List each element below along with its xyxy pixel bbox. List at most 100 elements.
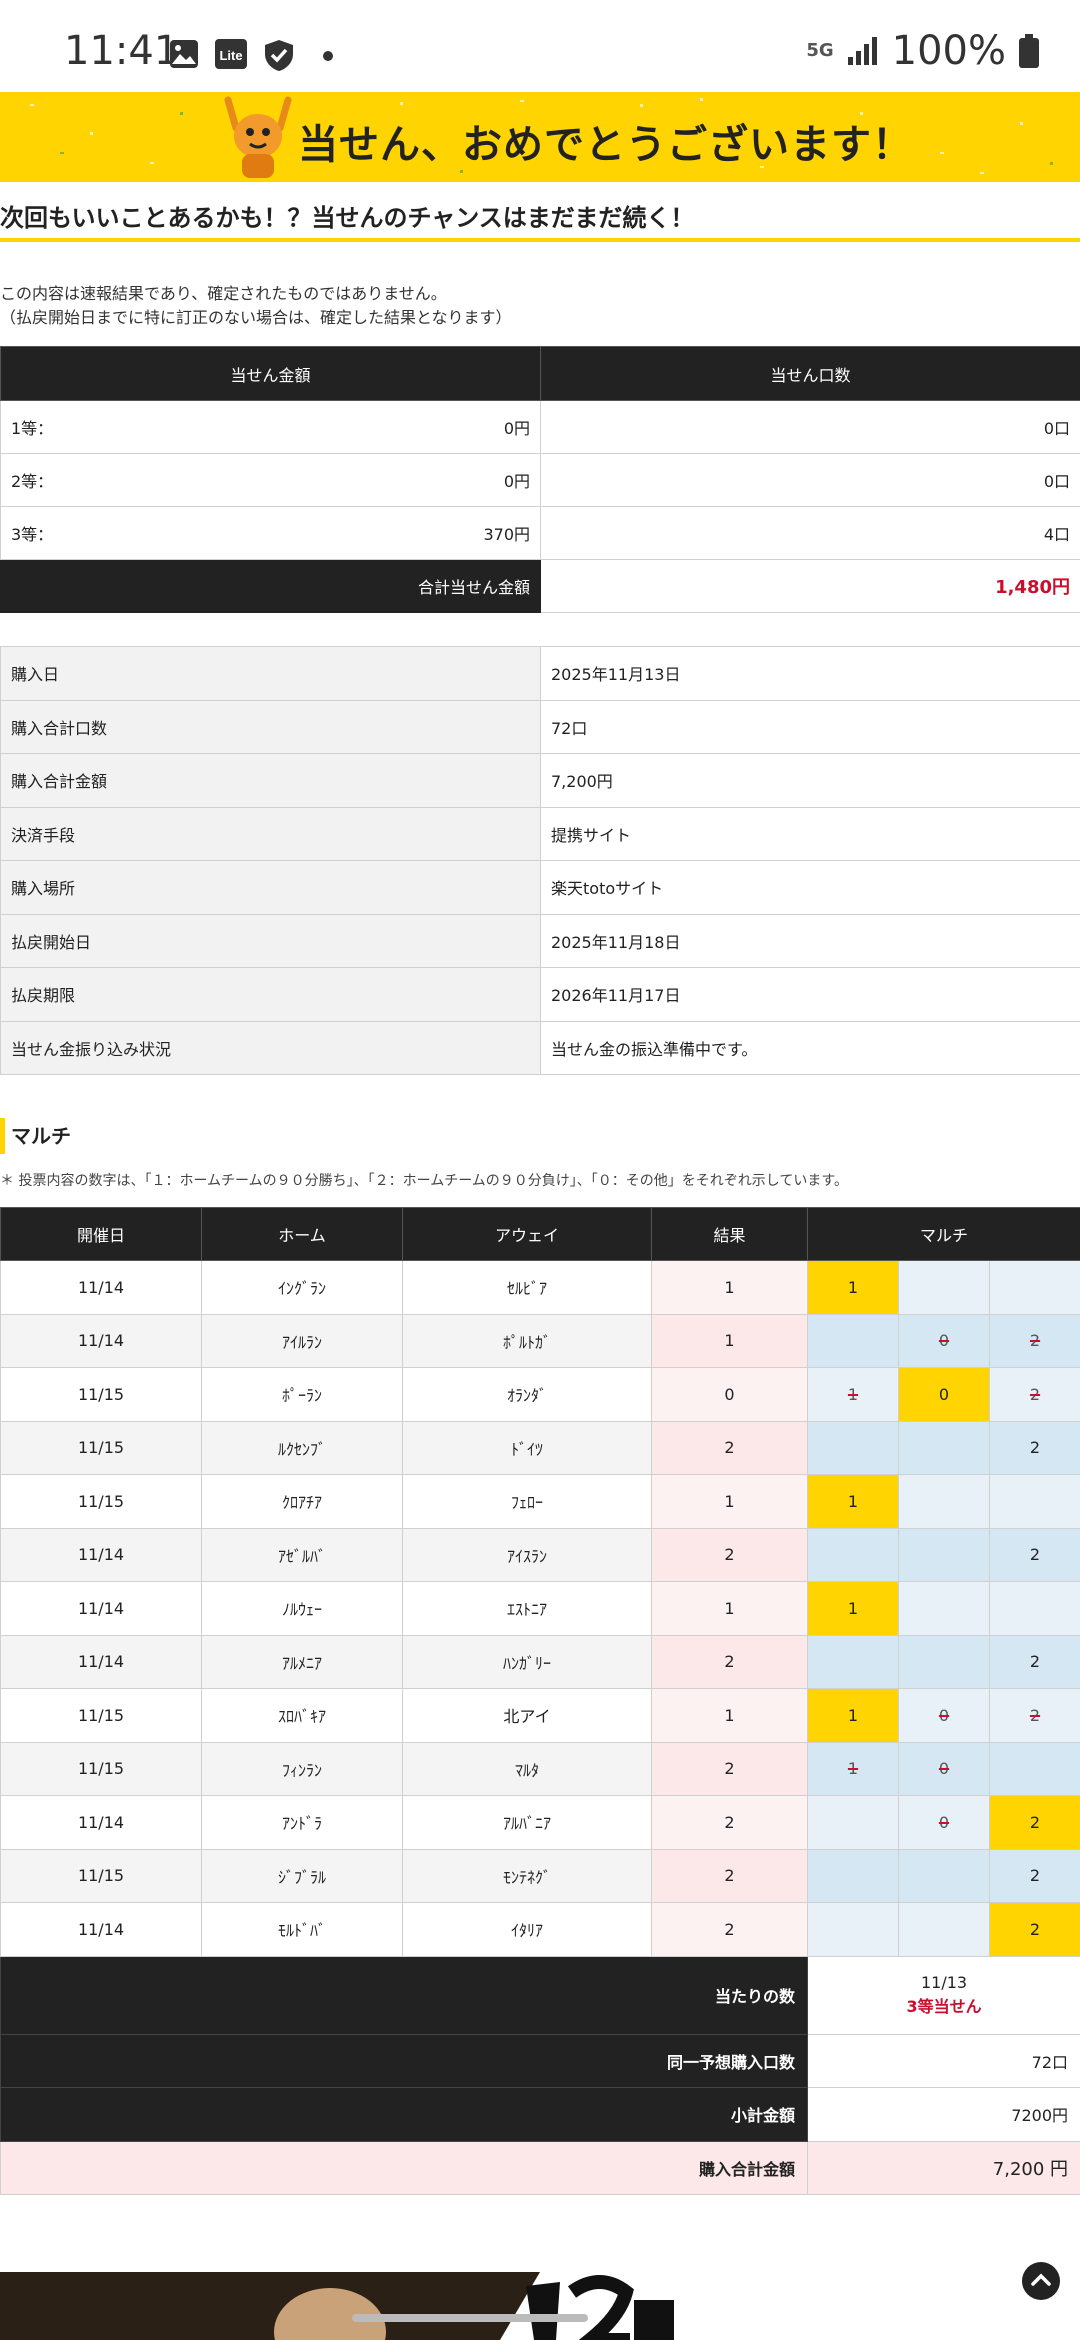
prize-amount-header: 当せん金額 — [0, 346, 541, 401]
info-row-purchase-date: 購入日 2025年11月13日 — [0, 646, 1080, 701]
home-team: ﾓﾙﾄﾞﾊﾞ — [201, 1902, 403, 1957]
date-header: 開催日 — [0, 1207, 202, 1261]
pick-cell: 0 — [898, 1367, 990, 1422]
grand-total-value: 7,200 円 — [806, 2140, 1080, 2195]
match-date: 11/15 — [0, 1420, 202, 1475]
match-date: 11/14 — [0, 1902, 202, 1957]
pick-cell: 2 — [988, 1902, 1080, 1957]
pick-value: 1 — [847, 1759, 859, 1779]
match-date: 11/14 — [0, 1581, 202, 1636]
match-row: 11/15 ｼﾞﾌﾞﾗﾙ ﾓﾝﾃﾈｸﾞ 2 2 — [0, 1848, 1080, 1903]
match-row: 11/14 ｲﾝｸﾞﾗﾝ ｾﾙﾋﾞｱ 1 1 — [0, 1260, 1080, 1315]
match-row: 11/14 ｱｲﾙﾗﾝ ﾎﾟﾙﾄｶﾞ 1 0 2 — [0, 1313, 1080, 1368]
match-result: 2 — [651, 1741, 808, 1796]
svg-text:Lite: Lite — [219, 48, 242, 63]
same-prediction-label: 同一予想購入口数 — [0, 2033, 808, 2088]
pick-cell — [807, 1848, 899, 1903]
home-header: ホーム — [201, 1207, 403, 1261]
match-result: 1 — [651, 1313, 808, 1368]
match-row: 11/15 ﾙｸｾﾝﾌﾞ ﾄﾞｲﾂ 2 2 — [0, 1420, 1080, 1475]
pick-value: 2 — [1029, 1438, 1041, 1458]
home-team: ｽﾛﾊﾞｷｱ — [201, 1688, 403, 1743]
pick-cell: 2 — [988, 1527, 1080, 1582]
gallery-icon — [170, 40, 198, 68]
home-team: ｱﾙﾒﾆｱ — [201, 1634, 403, 1689]
pick-value: 2 — [1029, 1919, 1041, 1939]
home-team: ｱｾﾞﾙﾊﾞ — [201, 1527, 403, 1582]
info-row-transfer-status: 当せん金振り込み状況 当せん金の振込準備中です。 — [0, 1020, 1080, 1075]
notification-dot-icon — [323, 51, 333, 61]
chevron-up-icon — [1031, 2273, 1051, 2286]
pick-value: 1 — [847, 1277, 859, 1297]
pick-cell: 2 — [988, 1848, 1080, 1903]
match-date: 11/15 — [0, 1367, 202, 1422]
pick-cell — [898, 1527, 990, 1582]
prize-amount: 370円 — [483, 525, 530, 544]
subtotal-row: 小計金額 7200円 — [0, 2087, 1080, 2142]
prize-count: 0口 — [540, 400, 1080, 454]
match-result: 2 — [651, 1527, 808, 1582]
home-team: ﾙｸｾﾝﾌﾞ — [201, 1420, 403, 1475]
info-row-total-units: 購入合計口数 72口 — [0, 699, 1080, 754]
pick-cell: 1 — [807, 1474, 899, 1529]
match-row: 11/15 ｽﾛﾊﾞｷｱ 北アイ 1 1 0 2 — [0, 1688, 1080, 1743]
network-5g-icon: 5G — [806, 40, 834, 61]
match-date: 11/14 — [0, 1795, 202, 1850]
match-row: 11/14 ｱﾙﾒﾆｱ ﾊﾝｶﾞﾘｰ 2 2 — [0, 1634, 1080, 1689]
match-row: 11/14 ﾉﾙｳｪｰ ｴｽﾄﾆｱ 1 1 — [0, 1581, 1080, 1636]
pick-value: 2 — [1029, 1331, 1041, 1351]
pick-cell — [988, 1741, 1080, 1796]
pick-cell: 1 — [807, 1741, 899, 1796]
pick-cell: 2 — [988, 1420, 1080, 1475]
pick-cell: 2 — [988, 1688, 1080, 1743]
prize-total-label: 合計当せん金額 — [0, 559, 541, 613]
promo-banner[interactable] — [0, 2262, 1080, 2340]
grand-total-label: 購入合計金額 — [0, 2140, 808, 2195]
pick-cell: 0 — [898, 1795, 990, 1850]
scroll-to-top-button[interactable] — [1022, 2262, 1060, 2300]
home-team: ｼﾞﾌﾞﾗﾙ — [201, 1848, 403, 1903]
match-result: 1 — [651, 1581, 808, 1636]
pick-cell — [807, 1420, 899, 1475]
home-team: ｲﾝｸﾞﾗﾝ — [201, 1260, 403, 1315]
away-team: ﾄﾞｲﾂ — [402, 1420, 652, 1475]
prize-row: 3等： 370円 4口 — [0, 506, 1080, 560]
pick-value: 0 — [938, 1812, 950, 1832]
match-row: 11/14 ﾓﾙﾄﾞﾊﾞ ｲﾀﾘｱ 2 2 — [0, 1902, 1080, 1957]
vote-legend-note: ＊ 投票内容の数字は、「１：ホームチームの９０分勝ち」、「２：ホームチームの９０… — [0, 1173, 848, 1189]
prize-table: 当せん金額 当せん口数 1等： 0円 0口 2等： 0円 0口 3等： 370円 4口… — [0, 346, 1080, 613]
grand-total-row: 購入合計金額 7,200 円 — [0, 2140, 1080, 2195]
prize-amount: 0円 — [503, 472, 530, 491]
home-team: ｸﾛｱﾁｱ — [201, 1474, 403, 1529]
pick-cell — [807, 1902, 899, 1957]
hits-label: 当たりの数 — [0, 1955, 808, 2035]
match-result: 2 — [651, 1420, 808, 1475]
prize-total-value: 1,480円 — [540, 559, 1080, 613]
congratulations-banner: 当せん、おめでとうございます！ — [0, 92, 1080, 182]
provisional-note: この内容は速報結果であり、確定されたものではありません。 （払戻開始日までに特に… — [0, 284, 512, 327]
match-row: 11/15 ｸﾛｱﾁｱ ﾌｪﾛｰ 1 1 — [0, 1474, 1080, 1529]
battery-percent: 100% — [891, 28, 1006, 74]
match-row: 11/14 ｱｾﾞﾙﾊﾞ ｱｲｽﾗﾝ 2 2 — [0, 1527, 1080, 1582]
prize-count: 4口 — [540, 506, 1080, 560]
match-date: 11/14 — [0, 1313, 202, 1368]
multi-picks-table: 開催日 ホーム アウェイ 結果 マルチ 11/14 ｲﾝｸﾞﾗﾝ ｾﾙﾋﾞｱ 1 1 11… — [0, 1207, 1080, 2195]
pick-cell — [898, 1581, 990, 1636]
away-header: アウェイ — [402, 1207, 652, 1261]
mascot-icon — [224, 96, 292, 178]
gesture-nav-bar[interactable] — [352, 2314, 588, 2322]
prize-row: 1等： 0円 0口 — [0, 400, 1080, 454]
away-team: 北アイ — [402, 1688, 652, 1743]
pick-cell: 1 — [807, 1260, 899, 1315]
prize-amount: 0円 — [503, 419, 530, 438]
match-result: 2 — [651, 1634, 808, 1689]
pick-cell: 0 — [898, 1688, 990, 1743]
away-team: ｵﾗﾝﾀﾞ — [402, 1367, 652, 1422]
pick-cell: 0 — [898, 1741, 990, 1796]
match-result: 1 — [651, 1260, 808, 1315]
prize-header-row: 当せん金額 当せん口数 — [0, 346, 1080, 401]
battery-icon — [1019, 34, 1039, 68]
match-date: 11/15 — [0, 1848, 202, 1903]
same-prediction-row: 同一予想購入口数 72口 — [0, 2033, 1080, 2088]
pick-cell — [988, 1581, 1080, 1636]
